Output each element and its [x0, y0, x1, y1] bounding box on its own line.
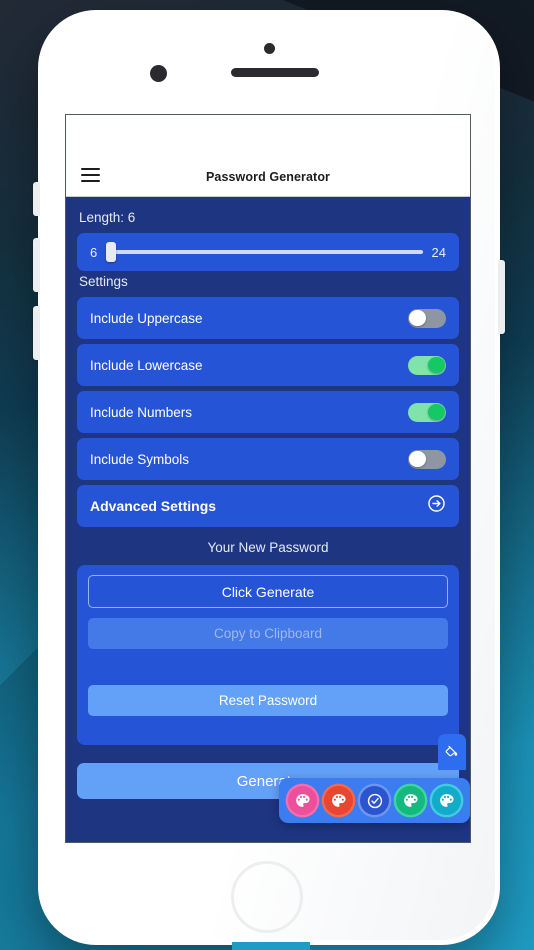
- palette-icon: [296, 794, 310, 807]
- theme-swatch-bar: [279, 778, 470, 823]
- password-section-heading: Your New Password: [207, 540, 329, 555]
- check-circle-icon: [367, 793, 382, 808]
- toggle-include-numbers[interactable]: [408, 402, 446, 422]
- theme-swatch-blue-selected[interactable]: [360, 786, 389, 815]
- phone-mute-switch: [33, 182, 40, 216]
- phone-power-button: [498, 260, 505, 334]
- arrow-right-circle-icon[interactable]: [427, 494, 446, 518]
- slider-max-label: 24: [431, 244, 446, 260]
- advanced-settings-label: Advanced Settings: [90, 498, 217, 514]
- slider-min-label: 6: [90, 244, 98, 260]
- option-row-symbols[interactable]: Include Symbols: [77, 438, 459, 480]
- generated-password-field[interactable]: Click Generate: [88, 575, 448, 608]
- theme-swatch-teal[interactable]: [432, 786, 461, 815]
- length-slider[interactable]: [106, 241, 423, 263]
- screenshot-backdrop: Password Generator Length: 6 6 24 Settin…: [0, 0, 534, 950]
- toggle-include-symbols[interactable]: [408, 449, 446, 469]
- option-row-numbers[interactable]: Include Numbers: [77, 391, 459, 433]
- settings-heading: Settings: [79, 274, 128, 289]
- paint-bucket-icon[interactable]: [438, 734, 466, 770]
- phone-proximity-sensor: [150, 65, 167, 82]
- phone-volume-down-button: [33, 306, 40, 360]
- app-content: Length: 6 6 24 Settings Include Uppercas…: [66, 197, 470, 842]
- option-label: Include Lowercase: [90, 357, 203, 373]
- slider-thumb[interactable]: [106, 242, 117, 262]
- app-bar: Password Generator: [66, 115, 470, 197]
- password-panel: Click Generate Copy to Clipboard Reset P…: [77, 565, 459, 745]
- phone-home-button[interactable]: [231, 861, 303, 933]
- app-screen: Password Generator Length: 6 6 24 Settin…: [65, 114, 471, 843]
- phone-earpiece-speaker: [231, 68, 319, 77]
- toggle-include-uppercase[interactable]: [408, 308, 446, 328]
- phone-front-camera: [264, 43, 275, 54]
- option-row-uppercase[interactable]: Include Uppercase: [77, 297, 459, 339]
- option-label: Include Symbols: [90, 451, 190, 467]
- phone-mockup-frame: Password Generator Length: 6 6 24 Settin…: [33, 10, 505, 945]
- theme-swatch-green[interactable]: [396, 786, 425, 815]
- advanced-settings-row[interactable]: Advanced Settings: [77, 485, 459, 527]
- page-title: Password Generator: [205, 170, 331, 184]
- toggle-include-lowercase[interactable]: [408, 355, 446, 375]
- theme-swatch-red[interactable]: [324, 786, 353, 815]
- option-label: Include Uppercase: [90, 310, 203, 326]
- theme-picker: [279, 734, 470, 823]
- palette-icon: [332, 794, 346, 807]
- bottom-accent-strip: [232, 942, 310, 950]
- option-row-lowercase[interactable]: Include Lowercase: [77, 344, 459, 386]
- reset-password-button[interactable]: Reset Password: [88, 685, 448, 716]
- slider-track: [106, 250, 423, 254]
- copy-to-clipboard-button[interactable]: Copy to Clipboard: [88, 618, 448, 649]
- length-slider-card: 6 24: [77, 233, 459, 271]
- theme-swatch-pink[interactable]: [288, 786, 317, 815]
- phone-volume-up-button: [33, 238, 40, 292]
- length-label: Length: 6: [79, 210, 136, 225]
- palette-icon: [440, 794, 454, 807]
- option-label: Include Numbers: [90, 404, 193, 420]
- palette-icon: [404, 794, 418, 807]
